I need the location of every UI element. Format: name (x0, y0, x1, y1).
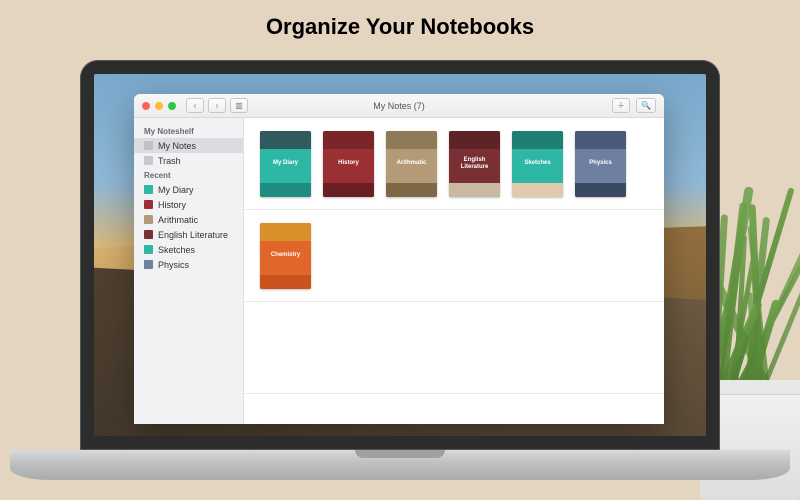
notebook-physics[interactable]: Physics (575, 131, 626, 197)
sidebar-item-physics[interactable]: Physics (134, 257, 243, 272)
notebook-grid: My Diary History Arithmatic English Literat… (244, 118, 664, 424)
sidebar-item-label: Sketches (158, 245, 195, 255)
notebook-label: History (335, 160, 362, 167)
sidebar-item-label: Trash (158, 156, 181, 166)
sidebar-item-history[interactable]: History (134, 197, 243, 212)
notebook-arithmatic[interactable]: Arithmatic (386, 131, 437, 197)
shelf-row (244, 394, 664, 424)
close-icon[interactable] (142, 102, 150, 110)
sidebar: My Noteshelf My Notes Trash Recent My Diary H… (134, 118, 244, 424)
add-button[interactable]: ＋ (612, 98, 630, 113)
forward-button[interactable]: › (208, 98, 226, 113)
sidebar-item-sketches[interactable]: Sketches (134, 242, 243, 257)
sidebar-section-header: Recent (134, 168, 243, 182)
desktop-wallpaper: ‹ › ▥ My Notes (7) ＋ 🔍 My NoteshelfMy No… (94, 74, 706, 436)
sidebar-item-label: Arithmatic (158, 215, 198, 225)
notebook-chemistry[interactable]: Chemistry (260, 223, 311, 289)
notebook-swatch-icon (144, 230, 153, 239)
shelf-row: Chemistry (244, 210, 664, 302)
notebook-label: Sketches (521, 160, 553, 167)
notebook-english-literature[interactable]: English Literature (449, 131, 500, 197)
sidebar-item-label: Physics (158, 260, 189, 270)
notebook-label: Physics (586, 160, 615, 167)
notebook-label: My Diary (270, 160, 301, 167)
sidebar-item-trash[interactable]: Trash (134, 153, 243, 168)
notebook-swatch-icon (144, 200, 153, 209)
notebook-label: Arithmatic (394, 160, 430, 167)
app-window: ‹ › ▥ My Notes (7) ＋ 🔍 My NoteshelfMy No… (134, 94, 664, 424)
sidebar-section-header: My Noteshelf (134, 124, 243, 138)
notebook-label: Chemistry (268, 252, 303, 259)
search-button[interactable]: 🔍 (636, 98, 656, 113)
laptop-base (10, 450, 790, 480)
notebook-history[interactable]: History (323, 131, 374, 197)
window-titlebar[interactable]: ‹ › ▥ My Notes (7) ＋ 🔍 (134, 94, 664, 118)
sidebar-toggle-button[interactable]: ▥ (230, 98, 248, 113)
notebook-swatch-icon (144, 260, 153, 269)
minimize-icon[interactable] (155, 102, 163, 110)
shelf-row: My Diary History Arithmatic English Literat… (244, 118, 664, 210)
notebook-swatch-icon (144, 215, 153, 224)
sidebar-item-my-notes[interactable]: My Notes (134, 138, 243, 153)
sidebar-item-english-literature[interactable]: English Literature (134, 227, 243, 242)
notebook-label: English Literature (449, 157, 500, 170)
trash-icon (144, 156, 153, 165)
sidebar-item-label: My Diary (158, 185, 194, 195)
sidebar-item-arithmatic[interactable]: Arithmatic (134, 212, 243, 227)
zoom-icon[interactable] (168, 102, 176, 110)
sidebar-item-label: History (158, 200, 186, 210)
shelf-row (244, 302, 664, 394)
sidebar-item-label: English Literature (158, 230, 228, 240)
promo-title: Organize Your Notebooks (0, 14, 800, 40)
laptop-frame: ‹ › ▥ My Notes (7) ＋ 🔍 My NoteshelfMy No… (80, 60, 720, 480)
notebook-sketches[interactable]: Sketches (512, 131, 563, 197)
notebook-my-diary[interactable]: My Diary (260, 131, 311, 197)
notebook-swatch-icon (144, 185, 153, 194)
folder-icon (144, 141, 153, 150)
notebook-swatch-icon (144, 245, 153, 254)
back-button[interactable]: ‹ (186, 98, 204, 113)
sidebar-item-label: My Notes (158, 141, 196, 151)
sidebar-item-my-diary[interactable]: My Diary (134, 182, 243, 197)
